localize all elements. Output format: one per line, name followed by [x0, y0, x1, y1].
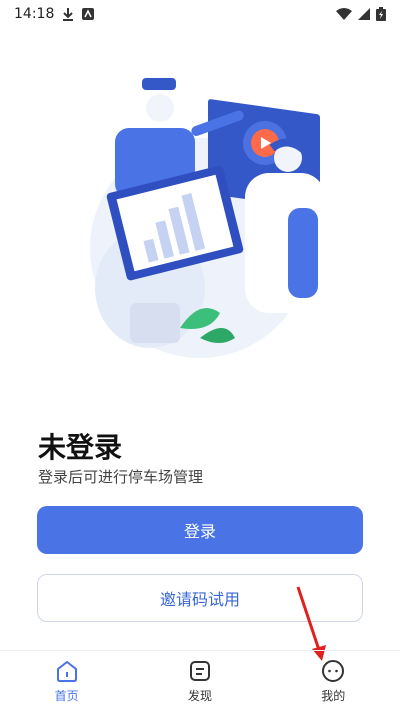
page-title: 未登录 [38, 431, 123, 464]
app-notification-icon [82, 8, 95, 20]
status-time: 14:18 [14, 6, 55, 22]
discover-icon [189, 660, 210, 681]
login-button[interactable]: 登录 [37, 506, 363, 554]
wifi-icon [336, 8, 352, 20]
tab-discover[interactable]: 发现 [160, 659, 240, 704]
battery-icon [376, 7, 386, 21]
tab-home-label: 首页 [54, 688, 79, 703]
page-subtitle: 登录后可进行停车场管理 [38, 468, 204, 486]
tab-profile[interactable]: 我的 [293, 659, 373, 704]
home-icon [56, 660, 77, 682]
download-icon [63, 8, 74, 21]
profile-icon [322, 659, 345, 682]
status-bar: 14:18 [0, 0, 400, 28]
hero-illustration [90, 78, 325, 358]
tab-profile-label: 我的 [321, 688, 346, 703]
bottom-tab-bar: 首页 发现 我的 [0, 650, 400, 711]
tab-discover-label: 发现 [187, 688, 212, 703]
tab-home[interactable]: 首页 [27, 659, 107, 704]
signal-icon [358, 8, 370, 20]
